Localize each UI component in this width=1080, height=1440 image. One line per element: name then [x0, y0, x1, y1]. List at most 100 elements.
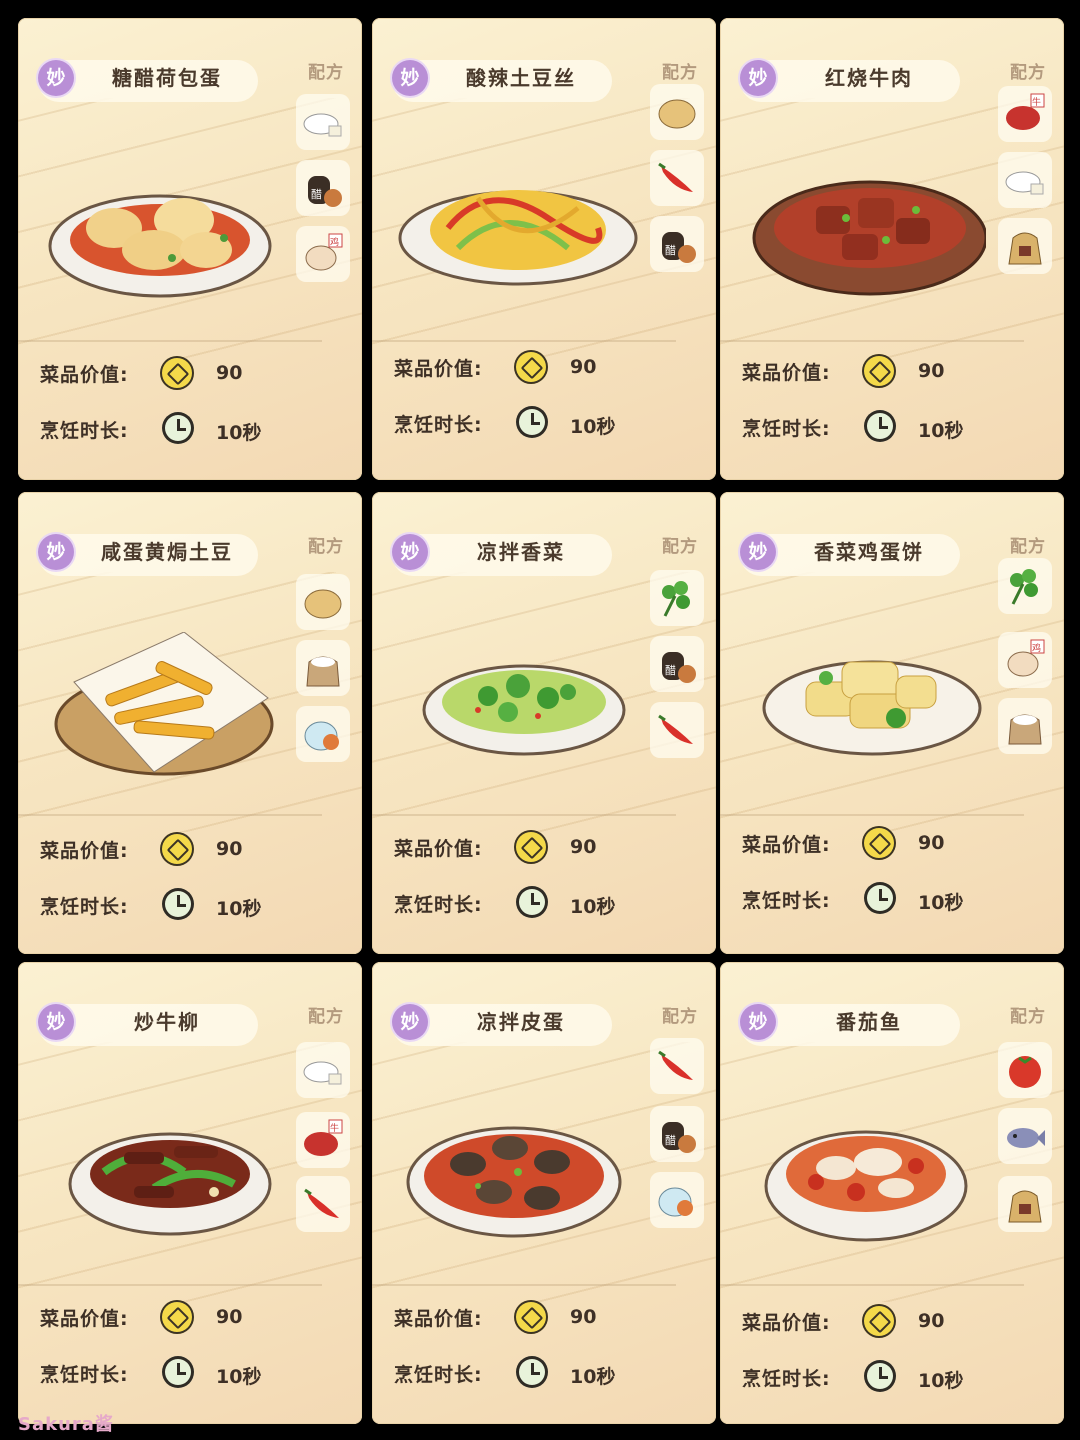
ingredient-slot[interactable]: 醋	[650, 216, 704, 272]
dish-name: 凉拌香菜	[477, 540, 565, 564]
miao-badge: 妙	[740, 60, 776, 96]
clock-icon	[162, 1356, 194, 1388]
recipe-label: 配方	[662, 63, 698, 83]
dish-value-label: 菜品价值:	[394, 838, 483, 860]
flour-sack-icon	[1008, 714, 1042, 745]
recipe-card-grid: 妙 糖醋荷包蛋 配方 醋 鸡 菜品价值: 90 烹饪时长: 10秒 妙 酸辣土豆…	[0, 0, 1080, 1440]
ingredient-slot[interactable]	[650, 84, 704, 140]
divider	[720, 1284, 1024, 1286]
flour-icon	[303, 113, 342, 137]
ingredient-slot[interactable]	[296, 1176, 350, 1232]
divider	[720, 340, 1024, 342]
ingredient-slot[interactable]	[998, 558, 1052, 614]
svg-text:醋: 醋	[665, 663, 676, 677]
recipe-card[interactable]: 妙 凉拌皮蛋 配方 醋 菜品价值: 90 烹饪时长: 10秒	[372, 962, 716, 1424]
clock-icon	[516, 406, 548, 438]
ingredient-slot[interactable]	[998, 1176, 1052, 1232]
cook-time: 10秒	[216, 422, 262, 444]
recipe-label: 配方	[662, 537, 698, 557]
ingredient-slot[interactable]	[998, 218, 1052, 274]
ingredient-slot[interactable]	[296, 640, 350, 696]
coin-icon	[160, 832, 194, 866]
svg-text:醋: 醋	[665, 243, 676, 257]
coin-icon	[862, 826, 896, 860]
ingredient-slot[interactable]	[296, 706, 350, 762]
ingredient-slot[interactable]	[296, 94, 350, 150]
clock-icon	[516, 886, 548, 918]
miao-badge: 妙	[740, 1004, 776, 1040]
dish-value-label: 菜品价值:	[40, 1308, 129, 1330]
tomato-icon	[1009, 1056, 1041, 1088]
recipe-label: 配方	[308, 537, 344, 557]
ingredient-slot[interactable]	[998, 1108, 1052, 1164]
ingredient-slot[interactable]	[998, 152, 1052, 208]
miao-badge: 妙	[392, 60, 428, 96]
cook-time: 10秒	[918, 420, 964, 442]
dish-value-label: 菜品价值:	[40, 840, 129, 862]
svg-text:鸡: 鸡	[330, 236, 339, 248]
dish-value-label: 菜品价值:	[40, 364, 129, 386]
ingredient-slot[interactable]: 醋	[650, 636, 704, 692]
cook-time: 10秒	[918, 1370, 964, 1392]
recipe-card[interactable]: 妙 凉拌香菜 配方 醋 菜品价值: 90 烹饪时长: 10秒	[372, 492, 716, 954]
recipe-label: 配方	[1010, 537, 1046, 557]
chili-icon	[658, 162, 693, 192]
dish-value: 90	[918, 1310, 945, 1332]
divider	[18, 340, 322, 342]
dish-image	[762, 660, 982, 756]
ingredient-slot[interactable]	[998, 698, 1052, 754]
ingredient-slot[interactable]	[296, 1042, 350, 1098]
miao-badge: 妙	[392, 534, 428, 570]
ingredient-slot[interactable]	[296, 574, 350, 630]
recipe-card[interactable]: 妙 炒牛柳 配方 牛 菜品价值: 90 烹饪时长: 10秒	[18, 962, 362, 1424]
fish-icon	[1007, 1128, 1045, 1148]
flour-sack-icon	[306, 656, 340, 687]
ingredient-slot[interactable]: 牛	[998, 86, 1052, 142]
dish-value: 90	[570, 356, 597, 378]
miao-badge: 妙	[38, 534, 74, 570]
miao-badge: 妙	[392, 1004, 428, 1040]
coin-icon	[160, 356, 194, 390]
dish-name: 糖醋荷包蛋	[112, 66, 222, 90]
recipe-card[interactable]: 妙 香菜鸡蛋饼 配方 鸡 菜品价值: 90 烹饪时长: 10秒	[720, 492, 1064, 954]
flour-icon	[303, 1061, 342, 1085]
ingredient-slot[interactable]: 醋	[650, 1106, 704, 1162]
cook-time: 10秒	[918, 892, 964, 914]
dish-image	[398, 190, 638, 286]
potato-icon	[304, 589, 342, 619]
dish-image	[752, 180, 986, 296]
cook-time-label: 烹饪时长:	[742, 418, 831, 440]
recipe-card[interactable]: 妙 番茄鱼 配方 菜品价值: 90 烹饪时长: 10秒	[720, 962, 1064, 1424]
divider	[18, 814, 322, 816]
recipe-card[interactable]: 妙 糖醋荷包蛋 配方 醋 鸡 菜品价值: 90 烹饪时长: 10秒	[18, 18, 362, 480]
ingredient-slot[interactable]	[650, 570, 704, 626]
dish-name: 凉拌皮蛋	[477, 1010, 565, 1034]
recipe-label: 配方	[308, 63, 344, 83]
ingredient-slot[interactable]: 醋	[296, 160, 350, 216]
ingredient-slot[interactable]	[650, 1172, 704, 1228]
ingredient-slot[interactable]	[998, 1042, 1052, 1098]
dish-image	[54, 632, 274, 776]
ingredient-slot[interactable]	[650, 1038, 704, 1094]
recipe-label: 配方	[662, 1007, 698, 1027]
recipe-card[interactable]: 妙 咸蛋黄焗土豆 配方 菜品价值: 90 烹饪时长: 10秒	[18, 492, 362, 954]
cook-time-label: 烹饪时长:	[742, 890, 831, 912]
dish-image	[422, 664, 626, 756]
recipe-card[interactable]: 妙 红烧牛肉 配方 牛 菜品价值: 90 烹饪时长: 10秒	[720, 18, 1064, 480]
svg-text:牛: 牛	[1032, 96, 1041, 108]
cilantro-icon	[662, 581, 690, 617]
ingredient-slot[interactable]	[650, 702, 704, 758]
recipe-card[interactable]: 妙 酸辣土豆丝 配方 醋 菜品价值: 90 烹饪时长: 10秒	[372, 18, 716, 480]
dish-image	[48, 194, 272, 298]
ingredient-slot[interactable]	[650, 150, 704, 206]
egg-icon: 鸡	[305, 233, 343, 271]
ingredient-slot[interactable]: 鸡	[998, 632, 1052, 688]
clock-icon	[516, 1356, 548, 1388]
ingredient-slot[interactable]: 鸡	[296, 226, 350, 282]
cook-time-label: 烹饪时长:	[40, 896, 129, 918]
flour-icon	[1005, 171, 1044, 195]
dish-value: 90	[570, 1306, 597, 1328]
svg-text:醋: 醋	[311, 187, 322, 201]
ingredient-slot[interactable]: 牛	[296, 1112, 350, 1168]
cook-time-label: 烹饪时长:	[394, 894, 483, 916]
